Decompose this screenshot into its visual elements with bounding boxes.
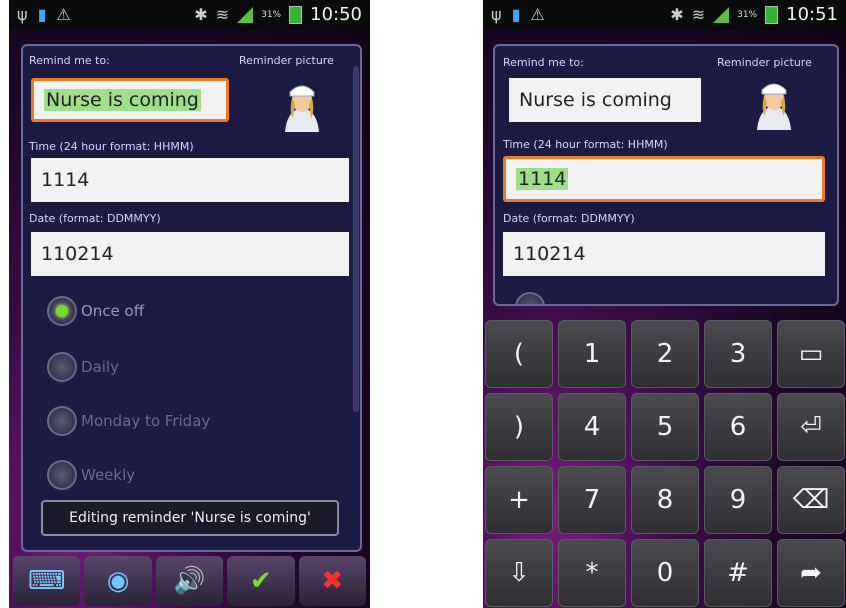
time-label: Time (24 hour format: HHMM) (29, 140, 194, 153)
remind-value: Nurse is coming (519, 89, 672, 111)
bluetooth-icon: ✱ (194, 5, 208, 24)
option-daily[interactable]: Daily (47, 352, 119, 382)
key-hash[interactable]: # (704, 539, 772, 607)
arrow-right-icon: ➦ (800, 558, 822, 588)
remind-label: Remind me to: (503, 56, 584, 69)
time-label: Time (24 hour format: HHMM) (503, 138, 668, 151)
space-key[interactable]: ▭ (777, 320, 845, 388)
option-label: Once off (81, 302, 145, 320)
key-5[interactable]: 5 (631, 393, 699, 461)
option-label: Weekly (81, 466, 136, 484)
toast-message: Editing reminder 'Nurse is coming' (41, 500, 339, 536)
nurse-picture-icon[interactable] (749, 76, 799, 130)
time-value: 1114 (516, 168, 569, 190)
scrollbar[interactable] (353, 66, 359, 412)
remind-input[interactable]: Nurse is coming (31, 78, 229, 122)
status-bar: ψ ▮ ⚠ ✱ ≋ 31% 10:50 (9, 0, 370, 30)
radio-button[interactable] (47, 352, 77, 382)
key-7[interactable]: 7 (558, 466, 626, 534)
key-6[interactable]: 6 (704, 393, 772, 461)
camera-icon: ◉ (106, 566, 130, 596)
date-label: Date (format: DDMMYY) (29, 212, 161, 225)
radio-button[interactable] (515, 292, 545, 304)
time-value: 1114 (41, 169, 90, 191)
keyboard-button[interactable]: ⌨ (13, 556, 81, 606)
enter-icon: ⏎ (800, 412, 822, 442)
phone-screen-left: ψ ▮ ⚠ ✱ ≋ 31% 10:50 Remind me to: Remind… (9, 0, 370, 608)
close-icon: ✖ (321, 566, 344, 596)
usb-icon: ψ (491, 5, 502, 24)
date-input[interactable]: 110214 (31, 232, 349, 276)
hide-keyboard-key[interactable]: ⇩ (485, 539, 553, 607)
key-open-paren[interactable]: ( (485, 320, 553, 388)
nurse-picture-icon[interactable] (277, 78, 327, 132)
key-2[interactable]: 2 (631, 320, 699, 388)
space-icon: ▭ (798, 339, 824, 369)
clock: 10:50 (310, 4, 362, 25)
battery-icon (289, 5, 303, 24)
remind-label: Remind me to: (29, 54, 110, 67)
numeric-keypad: ( 1 2 3 ▭ ) 4 5 6 ⏎ + 7 8 9 ⌫ ⇩ * 0 # ➦ (483, 318, 846, 608)
signal-icon (237, 6, 254, 23)
date-label: Date (format: DDMMYY) (503, 212, 635, 225)
backspace-icon: ⌫ (792, 485, 830, 515)
option-once-off[interactable]: Once off (47, 296, 144, 326)
option-label: Monday to Friday (81, 412, 211, 430)
key-8[interactable]: 8 (631, 466, 699, 534)
wifi-icon: ≋ (691, 5, 706, 24)
date-value: 110214 (41, 243, 114, 265)
sim-icon: ▮ (37, 5, 47, 24)
status-bar: ψ ▮ ⚠ ✱ ≋ 31% 10:51 (483, 0, 846, 30)
phone-screen-right: ψ ▮ ⚠ ✱ ≋ 31% 10:51 Remind me to: Remind… (483, 0, 846, 608)
date-value: 110214 (513, 243, 586, 265)
key-0[interactable]: 0 (631, 539, 699, 607)
key-4[interactable]: 4 (558, 393, 626, 461)
keyboard-icon: ⌨ (27, 566, 66, 596)
next-key[interactable]: ➦ (777, 539, 845, 607)
option-label: Daily (81, 358, 119, 376)
time-input[interactable]: 1114 (503, 156, 825, 202)
camera-button[interactable]: ◉ (84, 556, 152, 606)
key-close-paren[interactable]: ) (485, 393, 553, 461)
remind-input[interactable]: Nurse is coming (509, 78, 701, 122)
picture-label: Reminder picture (717, 56, 812, 69)
speaker-icon: 🔊 (173, 566, 206, 596)
time-input[interactable]: 1114 (31, 158, 349, 202)
reminder-form: Remind me to: Reminder picture Nurse is … (21, 44, 362, 552)
radio-button[interactable] (47, 296, 77, 326)
bottom-toolbar: ⌨ ◉ 🔊 ✔ ✖ (9, 552, 370, 608)
key-9[interactable]: 9 (704, 466, 772, 534)
cancel-button[interactable]: ✖ (298, 556, 367, 606)
radio-button[interactable] (47, 460, 77, 490)
arrow-down-icon: ⇩ (508, 558, 530, 588)
picture-label: Reminder picture (239, 54, 334, 67)
sim-icon: ▮ (511, 5, 521, 24)
battery-percent: 31% (737, 9, 758, 20)
signal-icon (713, 6, 730, 23)
key-1[interactable]: 1 (558, 320, 626, 388)
remind-value: Nurse is coming (44, 89, 201, 111)
enter-key[interactable]: ⏎ (777, 393, 845, 461)
option-monday-to-friday[interactable]: Monday to Friday (47, 406, 210, 436)
key-3[interactable]: 3 (704, 320, 772, 388)
battery-percent: 31% (261, 9, 282, 20)
radio-button[interactable] (47, 406, 77, 436)
clock: 10:51 (786, 4, 838, 25)
usb-icon: ψ (17, 5, 28, 24)
sound-button[interactable]: 🔊 (155, 556, 224, 606)
check-icon: ✔ (250, 566, 272, 596)
backspace-key[interactable]: ⌫ (777, 466, 845, 534)
warning-icon: ⚠ (56, 5, 71, 24)
key-star[interactable]: * (558, 539, 626, 607)
save-button[interactable]: ✔ (227, 556, 295, 606)
warning-icon: ⚠ (530, 5, 545, 24)
battery-icon (765, 5, 779, 24)
date-input[interactable]: 110214 (503, 232, 825, 276)
key-plus[interactable]: + (485, 466, 553, 534)
option-weekly[interactable]: Weekly (47, 460, 135, 490)
wifi-icon: ≋ (215, 5, 230, 24)
reminder-form: Remind me to: Reminder picture Nurse is … (493, 44, 839, 306)
bluetooth-icon: ✱ (670, 5, 684, 24)
